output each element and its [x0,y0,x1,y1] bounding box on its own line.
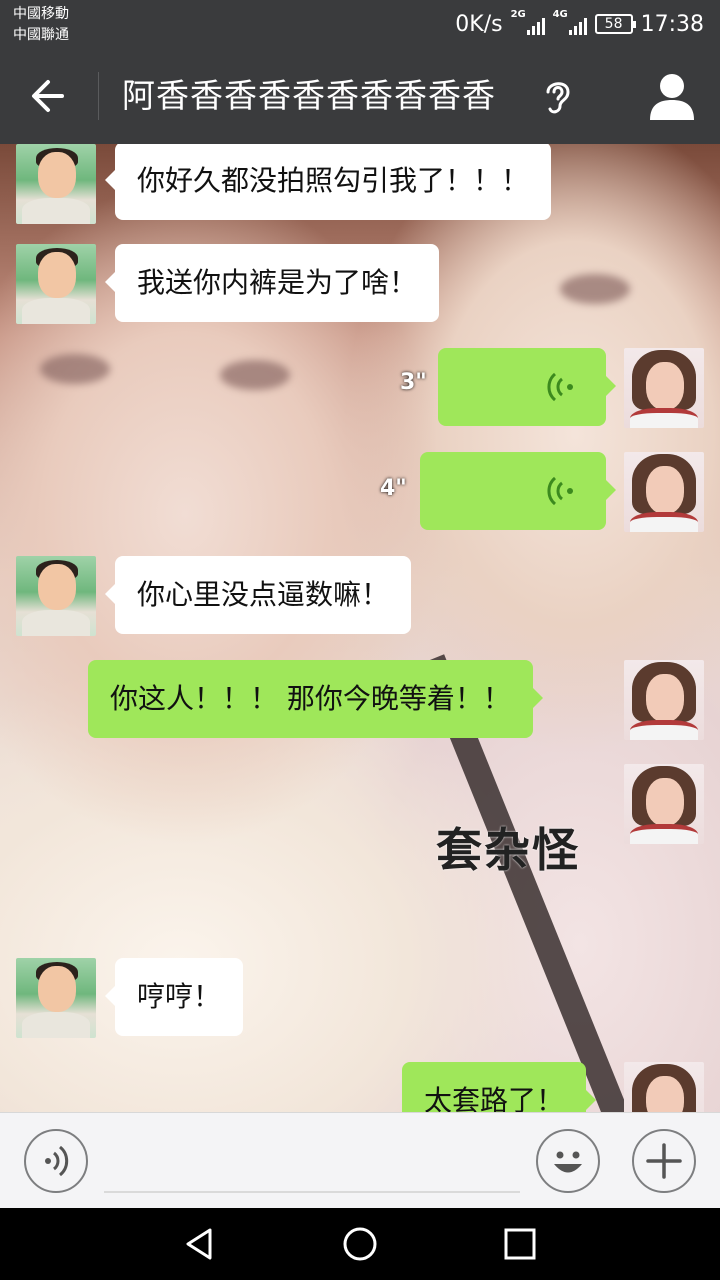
back-button[interactable] [24,70,76,122]
my-avatar[interactable] [624,660,704,740]
voice-wave-icon [547,372,573,402]
voice-message-bubble[interactable] [420,452,616,530]
input-bar [0,1112,720,1208]
earpiece-mode-button[interactable] [540,76,576,116]
voice-message-bubble[interactable] [438,348,616,426]
ear-icon [546,82,570,114]
emoji-button[interactable] [536,1129,600,1193]
contact-avatar[interactable] [16,556,96,636]
arrow-left-icon [32,80,64,112]
my-avatar[interactable] [624,764,704,844]
my-avatar[interactable] [624,348,704,428]
background-photo-detail [560,274,630,304]
person-icon [650,74,694,120]
plus-icon [646,1143,682,1179]
contact-avatar[interactable] [16,144,96,224]
chat-info-button[interactable] [644,70,700,124]
message-bubble-received[interactable]: 你心里没点逼数嘛！ [104,556,412,634]
header-divider [98,72,99,120]
triangle-back-icon [186,1228,212,1260]
nav-home-button[interactable] [340,1224,380,1264]
message-bubble-received[interactable]: 哼哼！ [104,958,244,1036]
voice-toggle-icon [45,1145,69,1177]
nav-recent-apps-button[interactable] [500,1224,540,1264]
network-speed: 0K/s [455,11,503,37]
signal-4g-icon: 4G [553,9,587,35]
signal-2g-icon: 2G [511,9,545,35]
carrier-1-label: 中國移動 [13,6,69,22]
circle-home-icon [343,1227,377,1261]
voice-duration: 4" [380,476,407,501]
chat-header: 阿香香香香香香香香香香 [0,48,720,144]
voice-duration: 3" [400,370,427,395]
message-bubble-received[interactable]: 你好久都没拍照勾引我了！！！ [104,144,552,220]
my-avatar[interactable] [624,1062,704,1112]
background-photo-detail [40,354,110,384]
message-bubble-sent[interactable]: 太套路了！ [402,1062,597,1112]
system-nav-bar [0,1208,720,1280]
nav-back-button[interactable] [180,1224,220,1264]
chat-title: 阿香香香香香香香香香香 [122,76,496,115]
signal-4g-tag: 4G [552,9,568,20]
more-options-button[interactable] [632,1129,696,1193]
battery-icon: 58 [594,14,636,34]
chat-background[interactable]: 你好久都没拍照勾引我了！！！ 我送你内裤是为了啥！ 3" 4" 你心里没点逼数嘛… [0,144,720,1112]
square-recents-icon [504,1228,536,1260]
sticker-message[interactable]: 套杂怪 [436,814,580,880]
message-bubble-received[interactable]: 我送你内裤是为了啥！ [104,244,440,322]
my-avatar[interactable] [624,452,704,532]
contact-avatar[interactable] [16,958,96,1038]
voice-wave-icon [547,476,573,506]
message-bubble-sent[interactable]: 你这人！！！ 那你今晚等着！！ [88,660,543,738]
background-photo-detail [220,360,290,390]
clock: 17:38 [640,11,704,37]
status-bar: 中國移動 中國聯通 0K/s 2G 4G 58 17:38 [0,0,720,48]
carrier-2-label: 中國聯通 [13,27,69,43]
smiley-icon [554,1151,582,1173]
message-input[interactable] [104,1133,520,1193]
signal-2g-tag: 2G [510,9,526,20]
contact-avatar[interactable] [16,244,96,324]
voice-input-button[interactable] [24,1129,88,1193]
